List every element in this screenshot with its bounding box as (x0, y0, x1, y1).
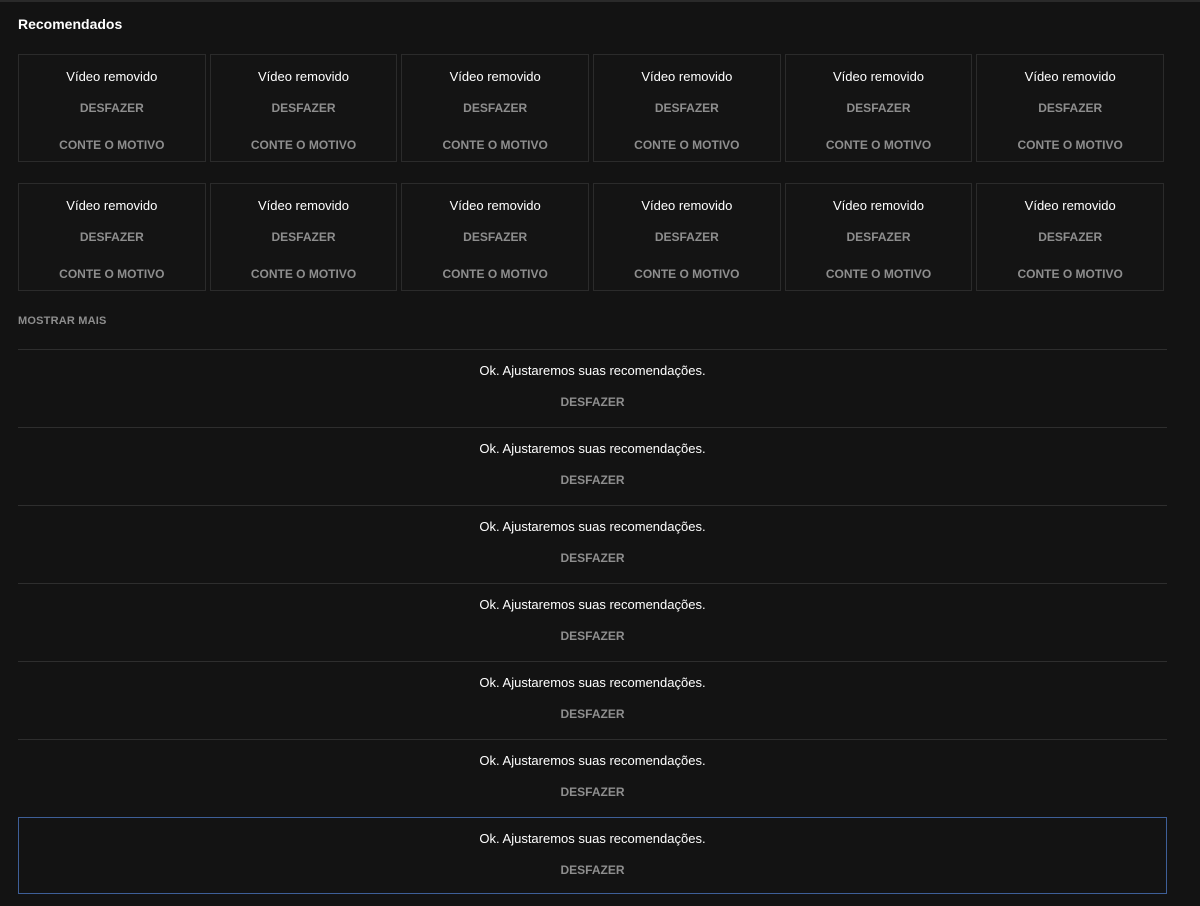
feedback-row: Ok. Ajustaremos suas recomendações. DESF… (18, 583, 1167, 661)
tell-reason-button[interactable]: CONTE O MOTIVO (443, 138, 548, 153)
removed-videos-row-1: Vídeo removido DESFAZER CONTE O MOTIVO V… (18, 54, 1165, 162)
undo-button[interactable]: DESFAZER (463, 101, 527, 116)
feedback-row-focused: Ok. Ajustaremos suas recomendações. DESF… (18, 817, 1167, 894)
removed-video-tile: Vídeo removido DESFAZER CONTE O MOTIVO (976, 183, 1165, 291)
removed-video-tile: Vídeo removido DESFAZER CONTE O MOTIVO (976, 54, 1165, 162)
show-more-button[interactable]: MOSTRAR MAIS (18, 315, 107, 327)
page: Recomendados Vídeo removido DESFAZER CON… (0, 0, 1200, 906)
feedback-message: Ok. Ajustaremos suas recomendações. (479, 519, 706, 534)
feedback-row: Ok. Ajustaremos suas recomendações. DESF… (18, 505, 1167, 583)
tell-reason-button[interactable]: CONTE O MOTIVO (59, 138, 164, 153)
tell-reason-button[interactable]: CONTE O MOTIVO (251, 267, 356, 282)
undo-button[interactable]: DESFAZER (272, 101, 336, 116)
removed-video-title: Vídeo removido (449, 198, 541, 213)
feedback-row: Ok. Ajustaremos suas recomendações. DESF… (18, 739, 1167, 817)
undo-button[interactable]: DESFAZER (560, 863, 624, 878)
removed-video-tile: Vídeo removido DESFAZER CONTE O MOTIVO (18, 183, 206, 291)
removed-video-title: Vídeo removido (257, 198, 350, 213)
undo-button[interactable]: DESFAZER (655, 101, 719, 116)
removed-video-title: Vídeo removido (641, 198, 733, 213)
removed-video-title: Vídeo removido (449, 69, 541, 84)
feedback-message: Ok. Ajustaremos suas recomendações. (479, 597, 706, 612)
feedback-row: Ok. Ajustaremos suas recomendações. DESF… (18, 427, 1167, 505)
undo-button[interactable]: DESFAZER (80, 101, 144, 116)
feedback-list: Ok. Ajustaremos suas recomendações. DESF… (18, 349, 1167, 894)
tell-reason-button[interactable]: CONTE O MOTIVO (1018, 138, 1123, 153)
feedback-row: Ok. Ajustaremos suas recomendações. DESF… (18, 349, 1167, 427)
tell-reason-button[interactable]: CONTE O MOTIVO (826, 267, 931, 282)
removed-video-title: Vídeo removido (832, 69, 925, 84)
removed-video-tile: Vídeo removido DESFAZER CONTE O MOTIVO (401, 183, 590, 291)
removed-video-tile: Vídeo removido DESFAZER CONTE O MOTIVO (401, 54, 590, 162)
undo-button[interactable]: DESFAZER (560, 473, 624, 488)
undo-button[interactable]: DESFAZER (655, 230, 719, 245)
tell-reason-button[interactable]: CONTE O MOTIVO (826, 138, 931, 153)
feedback-message: Ok. Ajustaremos suas recomendações. (479, 363, 706, 378)
removed-video-tile: Vídeo removido DESFAZER CONTE O MOTIVO (784, 54, 973, 162)
undo-button[interactable]: DESFAZER (463, 230, 527, 245)
tell-reason-button[interactable]: CONTE O MOTIVO (443, 267, 548, 282)
removed-video-tile: Vídeo removido DESFAZER CONTE O MOTIVO (593, 183, 781, 291)
removed-video-title: Vídeo removido (1024, 69, 1116, 84)
tell-reason-button[interactable]: CONTE O MOTIVO (59, 267, 164, 282)
removed-video-title: Vídeo removido (832, 198, 925, 213)
removed-video-tile: Vídeo removido DESFAZER CONTE O MOTIVO (209, 183, 398, 291)
tell-reason-button[interactable]: CONTE O MOTIVO (634, 138, 739, 153)
removed-video-title: Vídeo removido (66, 69, 158, 84)
undo-button[interactable]: DESFAZER (560, 395, 624, 410)
removed-video-tile: Vídeo removido DESFAZER CONTE O MOTIVO (209, 54, 398, 162)
undo-button[interactable]: DESFAZER (560, 629, 624, 644)
removed-video-title: Vídeo removido (1024, 198, 1116, 213)
tell-reason-button[interactable]: CONTE O MOTIVO (251, 138, 356, 153)
removed-video-title: Vídeo removido (66, 198, 158, 213)
removed-videos-row-2: Vídeo removido DESFAZER CONTE O MOTIVO V… (18, 183, 1165, 291)
undo-button[interactable]: DESFAZER (80, 230, 144, 245)
feedback-message: Ok. Ajustaremos suas recomendações. (479, 675, 706, 690)
removed-video-tile: Vídeo removido DESFAZER CONTE O MOTIVO (18, 54, 206, 162)
undo-button[interactable]: DESFAZER (560, 785, 624, 800)
feedback-message: Ok. Ajustaremos suas recomendações. (479, 441, 706, 456)
tell-reason-button[interactable]: CONTE O MOTIVO (1018, 267, 1123, 282)
removed-video-title: Vídeo removido (257, 69, 350, 84)
removed-video-title: Vídeo removido (641, 69, 733, 84)
undo-button[interactable]: DESFAZER (560, 707, 624, 722)
feedback-row: Ok. Ajustaremos suas recomendações. DESF… (18, 661, 1167, 739)
undo-button[interactable]: DESFAZER (847, 101, 911, 116)
tell-reason-button[interactable]: CONTE O MOTIVO (634, 267, 739, 282)
feedback-message: Ok. Ajustaremos suas recomendações. (479, 753, 706, 768)
removed-video-tile: Vídeo removido DESFAZER CONTE O MOTIVO (784, 183, 973, 291)
feedback-message: Ok. Ajustaremos suas recomendações. (479, 831, 706, 846)
undo-button[interactable]: DESFAZER (1038, 101, 1102, 116)
undo-button[interactable]: DESFAZER (560, 551, 624, 566)
undo-button[interactable]: DESFAZER (272, 230, 336, 245)
section-title: Recomendados (18, 16, 123, 32)
removed-video-tile: Vídeo removido DESFAZER CONTE O MOTIVO (593, 54, 781, 162)
undo-button[interactable]: DESFAZER (1038, 230, 1102, 245)
undo-button[interactable]: DESFAZER (847, 230, 911, 245)
